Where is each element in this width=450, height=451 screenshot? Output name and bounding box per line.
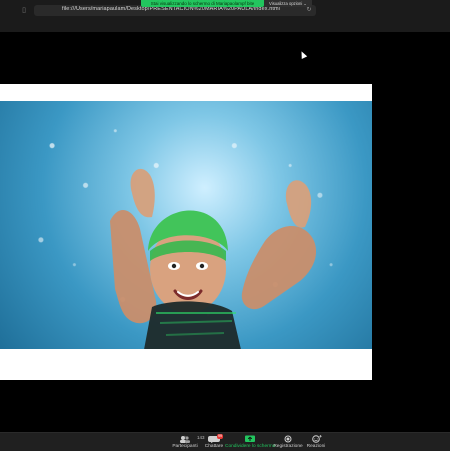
reactions-label: Reazioni	[306, 444, 326, 449]
shared-slide	[0, 84, 372, 380]
sidebar-icon[interactable]: ▯	[20, 6, 28, 15]
chevron-up-icon[interactable]: ⌃	[183, 435, 187, 441]
reload-icon[interactable]: ↻	[305, 6, 313, 15]
slide-photo	[0, 101, 372, 349]
share-screen-icon	[245, 435, 255, 442]
reactions-icon	[312, 435, 322, 443]
view-options-button[interactable]: Visualizza opzioni ⌄	[264, 0, 312, 7]
reactions-button[interactable]: Reazioni	[291, 434, 341, 450]
screen-share-banner: Stai visualizzando lo schermo di Mariapa…	[141, 0, 264, 7]
swimmer-illustration	[110, 168, 317, 349]
share-banner-text: Stai visualizzando lo schermo di Mariapa…	[150, 1, 255, 6]
chat-badge: 99	[217, 434, 223, 439]
browser-topbar: ▯ file:///Users/mariapaulam/Desktop/PRES…	[0, 0, 450, 32]
mouse-cursor-icon	[298, 50, 308, 59]
meeting-toolbar: 143 ⌃ Partecipanti 99 Chattare Condivide…	[0, 432, 450, 451]
view-options-label: Visualizza opzioni ⌄	[269, 1, 307, 6]
